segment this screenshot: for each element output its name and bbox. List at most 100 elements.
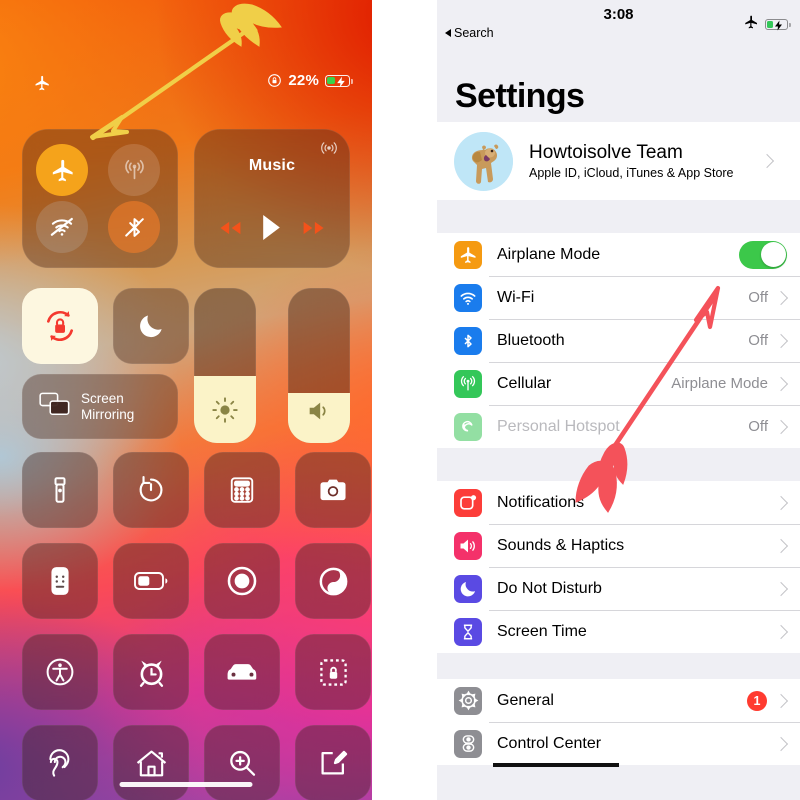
battery-charging-icon (765, 19, 791, 30)
settings-row-general[interactable]: General 1 (437, 679, 800, 722)
back-label: Search (454, 26, 494, 40)
flashlight-tile[interactable] (22, 452, 98, 528)
apple-id-account-row[interactable]: Howtoisolve Team Apple ID, iCloud, iTune… (437, 122, 800, 200)
chevron-right-icon (773, 290, 789, 305)
chevron-right-icon (773, 333, 789, 348)
timer-tile[interactable] (113, 452, 189, 528)
magnifier-plus-icon (230, 750, 256, 776)
chevron-right-icon (773, 581, 789, 596)
timer-icon (139, 476, 163, 502)
notes-tile[interactable] (295, 725, 371, 800)
record-icon (227, 566, 257, 596)
settings-status-bar: 3:08 Search (437, 0, 800, 50)
cc-status-right: 22% (267, 72, 353, 89)
account-name: Howtoisolve Team (529, 141, 683, 163)
bluetooth-toggle[interactable] (108, 201, 160, 253)
chevron-right-icon (759, 153, 775, 169)
rotation-lock-tile[interactable] (22, 288, 98, 364)
alarm-tile[interactable] (113, 634, 189, 710)
volume-slider[interactable] (288, 288, 350, 443)
settings-row-label: Screen Time (497, 622, 587, 640)
highlight-underline (493, 763, 619, 767)
settings-row-label: Personal Hotspot (497, 417, 620, 435)
accessibility-icon (46, 658, 74, 686)
contrast-icon (319, 567, 347, 595)
settings-row-label: Bluetooth (497, 331, 565, 349)
wifi-toggle[interactable] (36, 201, 88, 253)
screen-mirroring-tile[interactable]: Screen Mirroring (22, 374, 178, 439)
airplane-icon (743, 14, 759, 35)
hotspot-icon (454, 412, 482, 441)
settings-row-do-not-disturb[interactable]: Do Not Disturb (437, 567, 800, 610)
camera-tile[interactable] (295, 452, 371, 528)
notifications-settings-group: Notifications Sounds & Haptics Do Not Dist… (437, 481, 800, 653)
cellular-data-toggle[interactable] (108, 144, 160, 196)
alarm-clock-icon (139, 660, 163, 687)
screenshot-root: 22% Music Screen Mirroring 3:08 Search S… (0, 0, 800, 800)
settings-row-label: Control Center (497, 734, 602, 752)
gear-icon (454, 686, 482, 715)
airplane-mode-toggle[interactable] (36, 144, 88, 196)
hearing-tile[interactable] (22, 725, 98, 800)
battery-charging-icon (325, 74, 353, 87)
play-icon[interactable] (260, 214, 283, 246)
camera-icon (320, 479, 346, 501)
cellular-antenna-icon (454, 369, 482, 398)
settings-row-cellular[interactable]: Cellular Airplane Mode (437, 362, 800, 405)
accessibility-tile[interactable] (22, 634, 98, 710)
home-tile[interactable] (113, 725, 189, 800)
section-gap (437, 448, 800, 481)
connectivity-module (22, 129, 178, 268)
settings-row-bluetooth[interactable]: Bluetooth Off (437, 319, 800, 362)
speaker-icon (454, 531, 482, 560)
speaker-icon (288, 397, 350, 425)
settings-row-label: Sounds & Haptics (497, 536, 625, 554)
chevron-right-icon (773, 736, 789, 751)
music-module[interactable]: Music (194, 129, 350, 268)
connectivity-settings-group: Airplane Mode Wi-Fi Off Bluetooth Off Cellula… (437, 233, 800, 448)
settings-panel: 3:08 Search Settings Howtoisolve Team Ap… (437, 0, 800, 800)
brightness-sun-icon (194, 395, 256, 425)
driving-focus-tile[interactable] (204, 634, 280, 710)
guided-access-tile[interactable] (295, 634, 371, 710)
screen-mirroring-label: Screen Mirroring (81, 390, 135, 422)
status-badge: 1 (747, 690, 767, 711)
low-power-mode-tile[interactable] (113, 543, 189, 619)
section-gap (437, 653, 800, 679)
battery-percent-label: 22% (288, 72, 319, 89)
settings-row-label: Do Not Disturb (497, 579, 602, 597)
moon-icon (454, 574, 482, 603)
settings-row-sounds-haptics[interactable]: Sounds & Haptics (437, 524, 800, 567)
do-not-disturb-tile[interactable] (113, 288, 189, 364)
airplane-mode-toggle[interactable] (739, 240, 787, 269)
section-gap (437, 200, 800, 233)
moon-icon (140, 315, 162, 338)
rewind-icon[interactable] (217, 218, 243, 243)
apple-tv-remote-tile[interactable] (22, 543, 98, 619)
settings-row-airplane-mode[interactable]: Airplane Mode (437, 233, 800, 276)
settings-row-personal-hotspot[interactable]: Personal Hotspot Off (437, 405, 800, 448)
settings-row-control-center[interactable]: Control Center (437, 722, 800, 767)
settings-row-value: Off (748, 289, 768, 306)
fast-forward-icon[interactable] (301, 218, 327, 243)
magnifier-tile[interactable] (204, 725, 280, 800)
settings-row-label: Notifications (497, 493, 585, 511)
calculator-tile[interactable] (204, 452, 280, 528)
home-indicator (119, 782, 253, 787)
back-to-search-button[interactable]: Search (445, 26, 494, 40)
lock-dashed-icon (319, 658, 347, 686)
screen-record-tile[interactable] (204, 543, 280, 619)
brightness-slider[interactable] (194, 288, 256, 443)
settings-row-wi-fi[interactable]: Wi-Fi Off (437, 276, 800, 319)
control-center-icon (454, 729, 482, 758)
settings-row-value: Off (748, 332, 768, 349)
settings-row-notifications[interactable]: Notifications (437, 481, 800, 524)
screen-mirroring-icon (39, 391, 70, 422)
chevron-right-icon (773, 419, 789, 434)
settings-row-screen-time[interactable]: Screen Time (437, 610, 800, 653)
home-icon (136, 749, 166, 776)
account-subtitle: Apple ID, iCloud, iTunes & App Store (529, 165, 734, 180)
settings-row-label: Wi-Fi (497, 288, 535, 306)
dark-mode-tile[interactable] (295, 543, 371, 619)
page-title: Settings (437, 50, 800, 122)
